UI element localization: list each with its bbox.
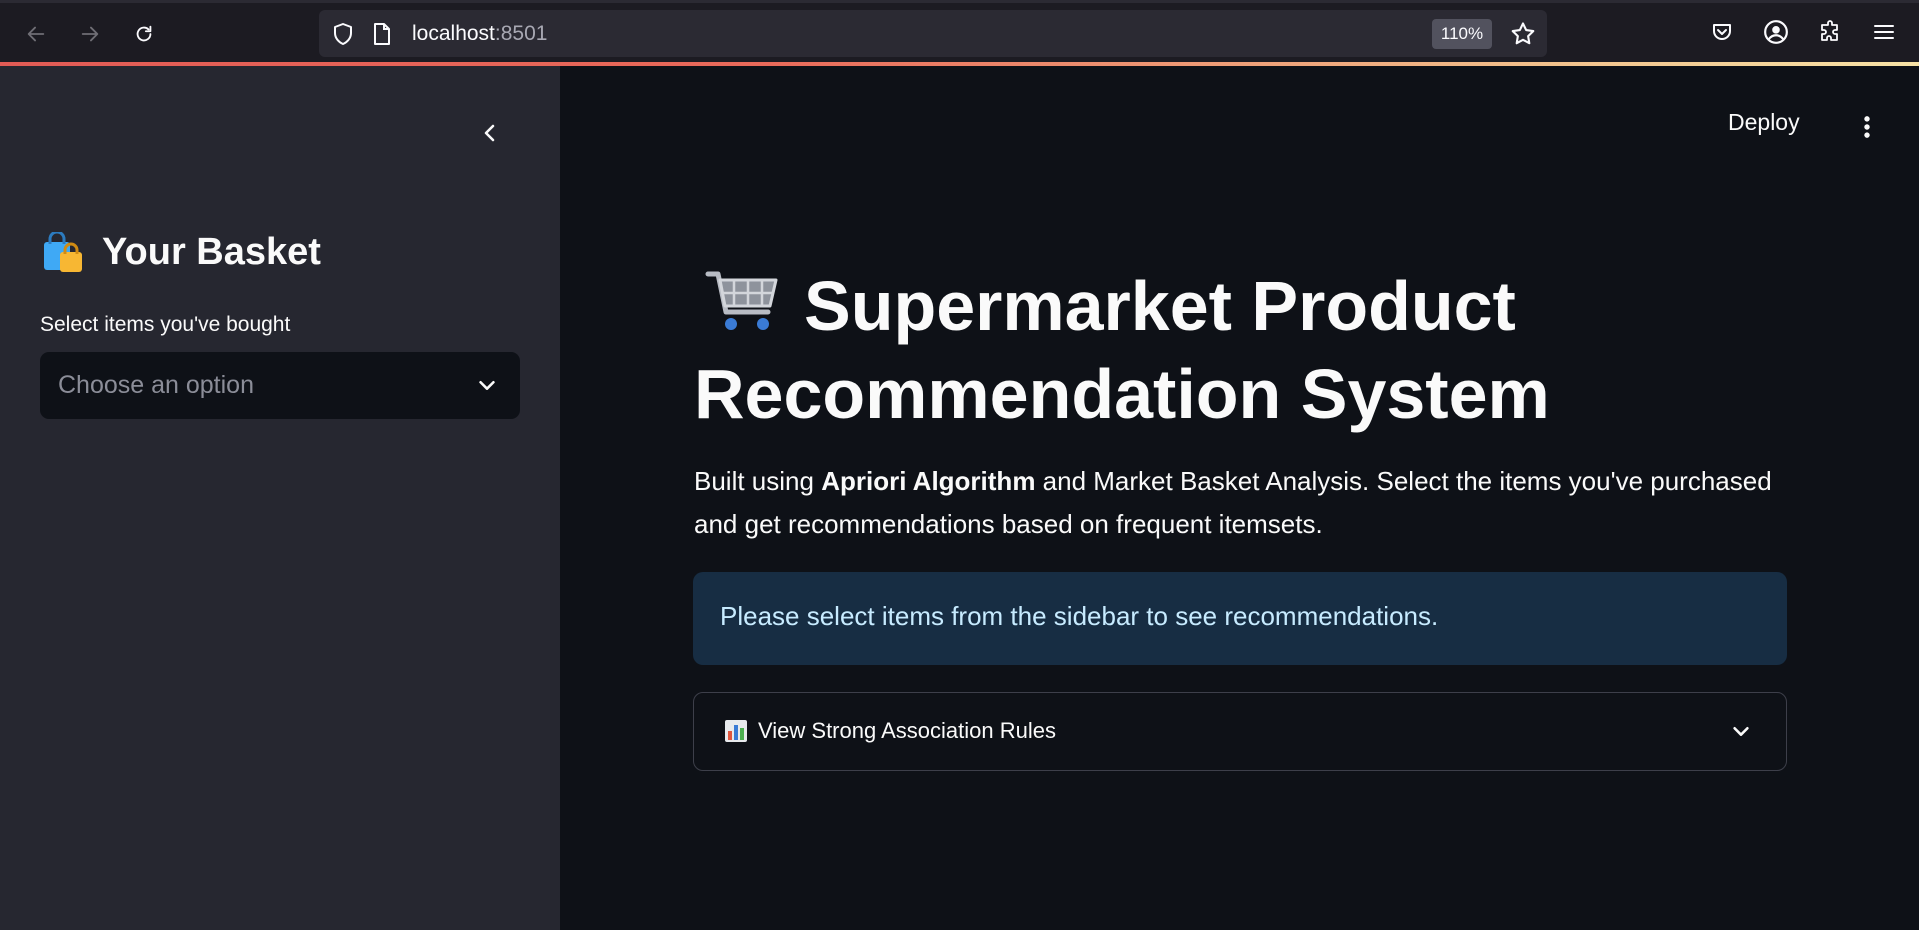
arrow-left-icon — [27, 26, 45, 42]
sidebar-title: Your Basket — [40, 231, 321, 274]
shopping-bags-icon — [44, 231, 82, 272]
url-port: :8501 — [494, 22, 548, 45]
chevron-down-icon[interactable] — [1730, 720, 1752, 742]
app-menu-button[interactable] — [1869, 17, 1899, 47]
expander-label: View Strong Association Rules — [758, 718, 1056, 743]
chevron-left-icon — [484, 124, 495, 142]
bookmark-star-icon[interactable] — [1509, 20, 1537, 48]
association-rules-expander[interactable]: View Strong Association Rules — [693, 692, 1787, 771]
reload-icon — [136, 25, 152, 42]
zoom-badge[interactable]: 110% — [1432, 19, 1492, 49]
description-bold: Apriori Algorithm — [821, 466, 1036, 496]
chevron-down-icon[interactable] — [476, 374, 498, 396]
tab-strip — [0, 0, 1919, 3]
info-alert: Please select items from the sidebar to … — [693, 572, 1787, 665]
puzzle-icon — [1821, 20, 1838, 41]
info-message: Please select items from the sidebar to … — [720, 601, 1439, 631]
page-icon[interactable] — [371, 22, 393, 46]
description-prefix: Built using — [694, 466, 822, 496]
sidebar-title-text: Your Basket — [102, 231, 321, 273]
main-content: Deploy Supermarket Product Recommendatio… — [560, 66, 1919, 930]
page-title-text: Supermarket Product Recommendation Syste… — [694, 267, 1550, 433]
account-icon — [1764, 20, 1788, 44]
main-menu-button[interactable] — [1850, 110, 1884, 144]
page-title: Supermarket Product Recommendation Syste… — [694, 262, 1714, 438]
more-vertical-icon — [1864, 116, 1870, 138]
url-host: localhost — [412, 22, 495, 45]
bar-chart-icon — [725, 720, 747, 742]
account-button[interactable] — [1761, 17, 1791, 47]
items-multiselect[interactable]: Choose an option — [40, 352, 520, 419]
sidebar: Your Basket Select items you've bought C… — [0, 66, 560, 930]
shopping-cart-icon — [705, 271, 778, 330]
shield-icon[interactable] — [331, 22, 355, 46]
collapse-sidebar-button[interactable] — [470, 113, 510, 153]
url-bar[interactable]: localhost:8501 110% — [319, 10, 1547, 57]
reload-button[interactable] — [126, 16, 162, 52]
select-placeholder: Choose an option — [58, 371, 254, 399]
hamburger-icon — [1874, 25, 1894, 39]
back-button[interactable] — [18, 16, 54, 52]
forward-button[interactable] — [72, 16, 108, 52]
deploy-button[interactable]: Deploy — [1728, 109, 1800, 136]
description: Built using Apriori Algorithm and Market… — [694, 460, 1804, 546]
url-text[interactable]: localhost:8501 — [412, 22, 547, 46]
pocket-icon — [1713, 24, 1731, 40]
pocket-button[interactable] — [1707, 17, 1737, 47]
browser-toolbar: localhost:8501 110% — [0, 0, 1919, 66]
select-label: Select items you've bought — [40, 313, 291, 336]
arrow-right-icon — [81, 26, 99, 42]
extensions-button[interactable] — [1815, 17, 1845, 47]
